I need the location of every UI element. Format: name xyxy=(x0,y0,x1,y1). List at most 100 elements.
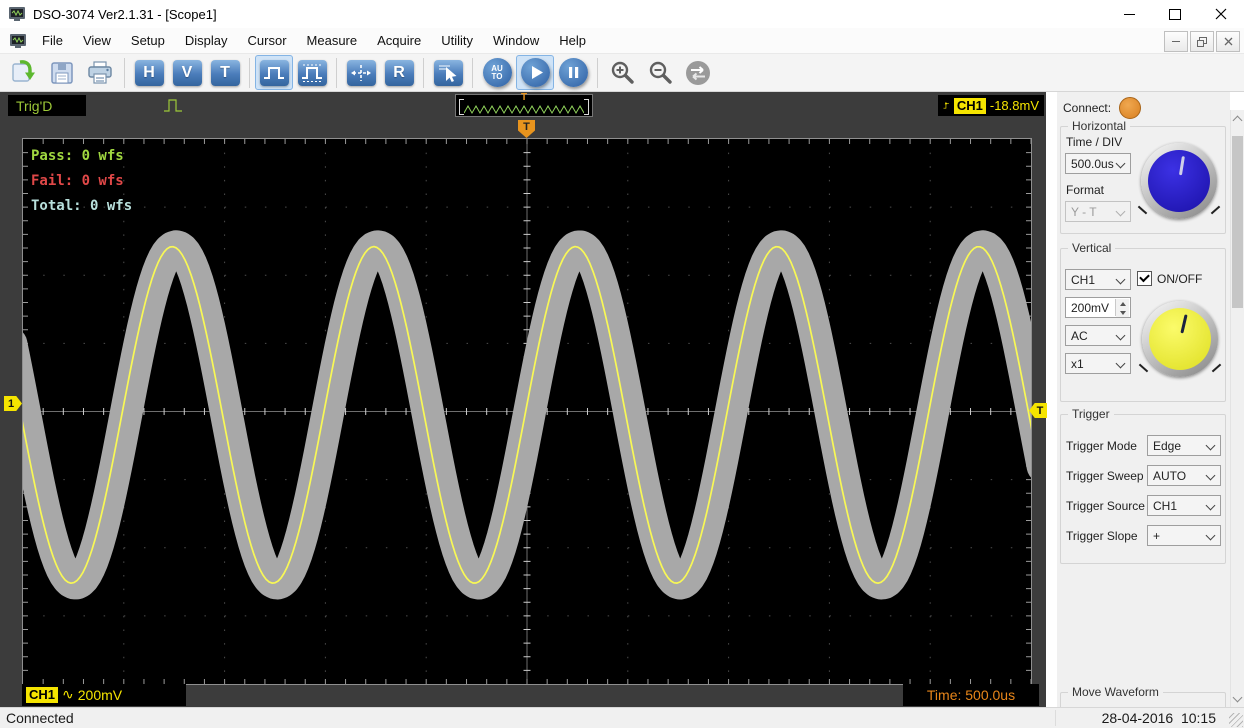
window-controls xyxy=(1106,0,1244,28)
save-button[interactable] xyxy=(43,55,81,90)
mdi-window-controls xyxy=(1164,31,1240,52)
pause-button[interactable] xyxy=(554,55,592,90)
menu-setup[interactable]: Setup xyxy=(121,30,175,51)
zoom-in-button[interactable] xyxy=(603,55,641,90)
minimize-icon[interactable] xyxy=(1106,0,1152,28)
connect-label: Connect: xyxy=(1063,101,1111,115)
pass-fail-test-button[interactable] xyxy=(255,55,293,90)
knob-pointer xyxy=(1180,314,1187,333)
menu-utility[interactable]: Utility xyxy=(431,30,483,51)
chevron-down-icon xyxy=(1206,471,1216,481)
save-icon xyxy=(49,60,75,86)
volts-div-value: 200mV xyxy=(1071,301,1109,315)
connect-status-light xyxy=(1119,97,1141,119)
channel1-position-marker[interactable]: 1 xyxy=(4,396,22,411)
print-button[interactable] xyxy=(81,55,119,90)
pause-icon xyxy=(559,58,588,87)
volts-div-spinner[interactable]: 200mV xyxy=(1065,297,1131,318)
knob-pointer xyxy=(1178,156,1184,175)
menu-window[interactable]: Window xyxy=(483,30,549,51)
menu-display[interactable]: Display xyxy=(175,30,238,51)
vertical-knob[interactable] xyxy=(1142,301,1218,377)
open-file-button[interactable] xyxy=(5,55,43,90)
spin-down-icon[interactable] xyxy=(1116,308,1129,317)
pass-counter: Pass: 0 wfs xyxy=(31,144,132,169)
trigger-status-indicator: Trig'D xyxy=(8,95,86,116)
trigger-position-marker[interactable]: T xyxy=(518,120,535,138)
panel-scrollbar[interactable] xyxy=(1230,110,1244,707)
trigger-source-value: CH1 xyxy=(1153,499,1177,513)
control-panel: Connect: Horizontal Time / DIV 500.0us F… xyxy=(1057,92,1230,707)
trigger-group-title: Trigger xyxy=(1068,407,1114,421)
coupling-value: AC xyxy=(1071,329,1088,343)
resize-grip-icon[interactable] xyxy=(1229,713,1243,727)
preview-trigger-marker[interactable]: T xyxy=(521,93,527,103)
run-button[interactable] xyxy=(516,55,554,90)
connection-status: Connected xyxy=(6,710,74,726)
trigger-sweep-value: AUTO xyxy=(1153,469,1186,483)
channel-readout: CH1 ∿ 200mV xyxy=(22,684,186,706)
r-letter-icon: R xyxy=(385,60,414,86)
mdi-close-icon[interactable] xyxy=(1216,31,1240,52)
volts-per-div-readout: 200mV xyxy=(78,687,122,703)
menu-file[interactable]: File xyxy=(32,30,73,51)
play-icon xyxy=(521,58,550,87)
trigger-channel-chip: CH1 xyxy=(954,98,986,114)
toolbar: H V T R AUTO xyxy=(0,53,1244,92)
xy-cursor-button[interactable] xyxy=(342,55,380,90)
vertical-settings-button[interactable]: V xyxy=(168,55,206,90)
menu-help[interactable]: Help xyxy=(549,30,596,51)
trigger-readout: CH1 -18.8mV xyxy=(938,95,1044,116)
auto-setup-button[interactable]: AUTO xyxy=(478,55,516,90)
trigger-source-select[interactable]: CH1 xyxy=(1147,495,1221,516)
trigger-source-label: Trigger Source xyxy=(1066,499,1145,513)
horizontal-settings-button[interactable]: H xyxy=(130,55,168,90)
scope-widget: Trig'D T CH1 -18.8mV Pass: 0 wfs Fail: 0… xyxy=(0,92,1046,707)
scrollbar-up-icon[interactable] xyxy=(1231,110,1244,126)
probe-select[interactable]: x1 xyxy=(1065,353,1131,374)
zoom-out-button[interactable] xyxy=(641,55,679,90)
pulse-mask-icon xyxy=(300,62,324,84)
scrollbar-thumb[interactable] xyxy=(1232,136,1243,308)
trigger-slope-icon xyxy=(943,97,950,114)
time-div-select[interactable]: 500.0us xyxy=(1065,153,1131,174)
transfer-button[interactable] xyxy=(679,55,717,90)
coupling-select[interactable]: AC xyxy=(1065,325,1131,346)
menu-acquire[interactable]: Acquire xyxy=(367,30,431,51)
time-div-label: Time / DIV xyxy=(1066,135,1122,149)
trigger-settings-button[interactable]: T xyxy=(206,55,244,90)
trigger-mode-select[interactable]: Edge xyxy=(1147,435,1221,456)
cross-arrows-icon xyxy=(349,62,373,84)
channel-value: CH1 xyxy=(1071,273,1095,287)
status-bar: Connected 28-04-2016 10:15 xyxy=(0,707,1244,728)
maximize-icon[interactable] xyxy=(1152,0,1198,28)
mdi-restore-icon[interactable] xyxy=(1190,31,1214,52)
channel-select[interactable]: CH1 xyxy=(1065,269,1131,290)
spin-up-icon[interactable] xyxy=(1116,299,1129,308)
scrollbar-down-icon[interactable] xyxy=(1231,691,1244,707)
menu-measure[interactable]: Measure xyxy=(297,30,368,51)
chevron-down-icon xyxy=(1206,531,1216,541)
scope-screen: Pass: 0 wfs Fail: 0 wfs Total: 0 wfs xyxy=(22,138,1032,685)
fail-counter: Fail: 0 wfs xyxy=(31,169,132,194)
format-value: Y - T xyxy=(1071,205,1097,219)
trigger-slope-select[interactable]: + xyxy=(1147,525,1221,546)
waveform-position-preview[interactable]: T xyxy=(455,94,593,117)
trigger-status-row: Trig'D T CH1 -18.8mV xyxy=(0,94,1046,118)
onoff-label: ON/OFF xyxy=(1157,272,1202,286)
horizontal-knob[interactable] xyxy=(1141,143,1217,219)
statusbar-divider xyxy=(1055,710,1056,726)
menu-view[interactable]: View xyxy=(73,30,121,51)
menu-cursor[interactable]: Cursor xyxy=(238,30,297,51)
chevron-down-icon xyxy=(1116,359,1126,369)
channel-onoff-checkbox[interactable] xyxy=(1137,271,1152,286)
trigger-sweep-select[interactable]: AUTO xyxy=(1147,465,1221,486)
trigger-level-value: -18.8mV xyxy=(990,98,1039,113)
h-letter-icon: H xyxy=(135,60,164,86)
mdi-minimize-icon[interactable] xyxy=(1164,31,1188,52)
mask-setup-button[interactable] xyxy=(293,55,331,90)
close-icon[interactable] xyxy=(1198,0,1244,28)
refresh-button[interactable]: R xyxy=(380,55,418,90)
cursor-measure-button[interactable] xyxy=(429,55,467,90)
total-counter: Total: 0 wfs xyxy=(31,194,132,219)
